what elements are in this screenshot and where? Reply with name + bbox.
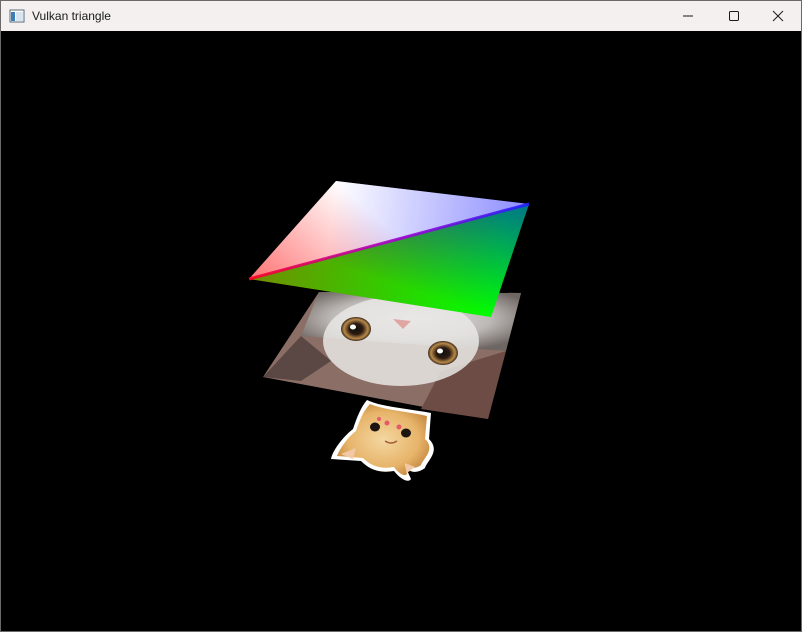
render-viewport[interactable] xyxy=(1,31,801,631)
minimize-icon xyxy=(683,15,693,17)
maximize-icon xyxy=(729,11,739,21)
maximize-button[interactable] xyxy=(711,1,757,31)
scene-canvas xyxy=(248,181,530,481)
window-title: Vulkan triangle xyxy=(32,9,111,23)
title-bar[interactable]: Vulkan triangle xyxy=(1,1,801,31)
close-icon xyxy=(772,10,784,22)
app-window: Vulkan triangle xyxy=(0,0,802,632)
orange-cat-sticker xyxy=(331,400,434,481)
close-button[interactable] xyxy=(755,1,801,31)
window-icon xyxy=(9,9,25,23)
minimize-button[interactable] xyxy=(665,1,711,31)
vertex-color-quad xyxy=(248,181,530,317)
